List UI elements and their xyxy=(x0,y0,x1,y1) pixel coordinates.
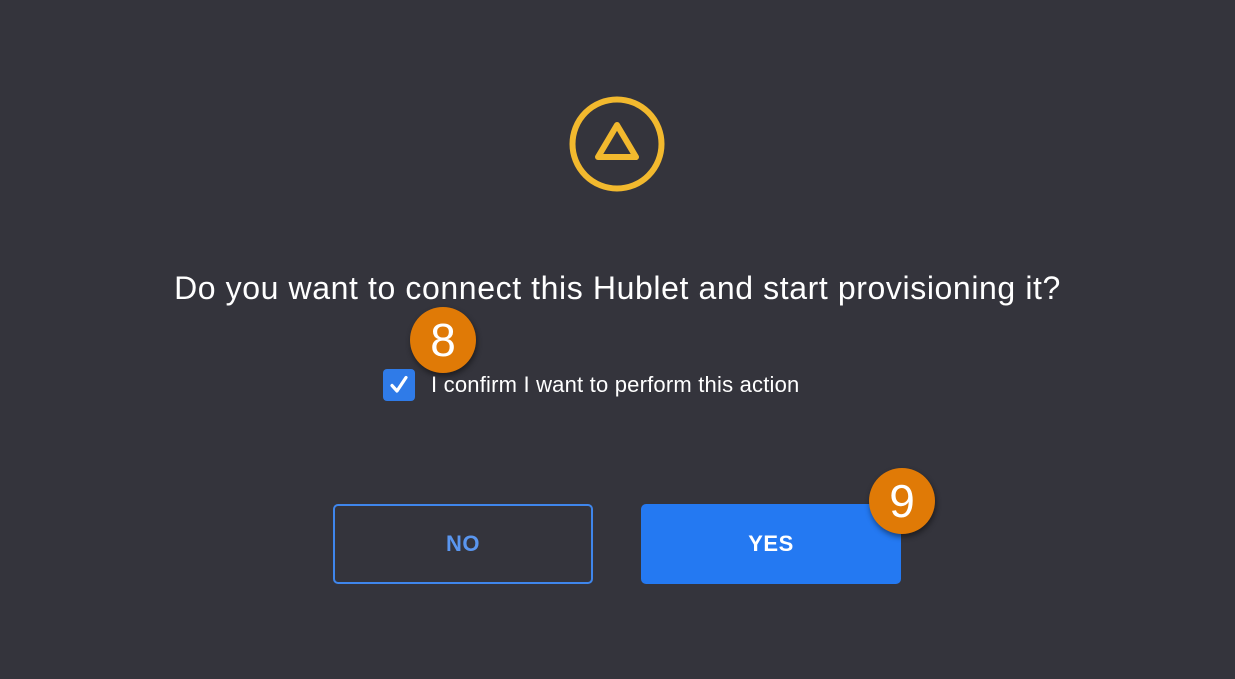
dialog-question: Do you want to connect this Hublet and s… xyxy=(174,270,1061,306)
step-badge-9: 9 xyxy=(869,468,935,534)
confirmation-dialog: Do you want to connect this Hublet and s… xyxy=(0,0,1235,679)
no-button[interactable]: NO xyxy=(333,504,593,584)
confirm-checkbox-row[interactable]: I confirm I want to perform this action xyxy=(383,369,800,401)
confirm-checkbox[interactable] xyxy=(383,369,415,401)
warning-icon xyxy=(569,96,665,192)
confirm-checkbox-label: I confirm I want to perform this action xyxy=(431,372,800,397)
yes-button[interactable]: YES xyxy=(641,504,901,584)
checkmark-icon xyxy=(390,375,408,393)
step-badge-8: 8 xyxy=(410,307,476,373)
